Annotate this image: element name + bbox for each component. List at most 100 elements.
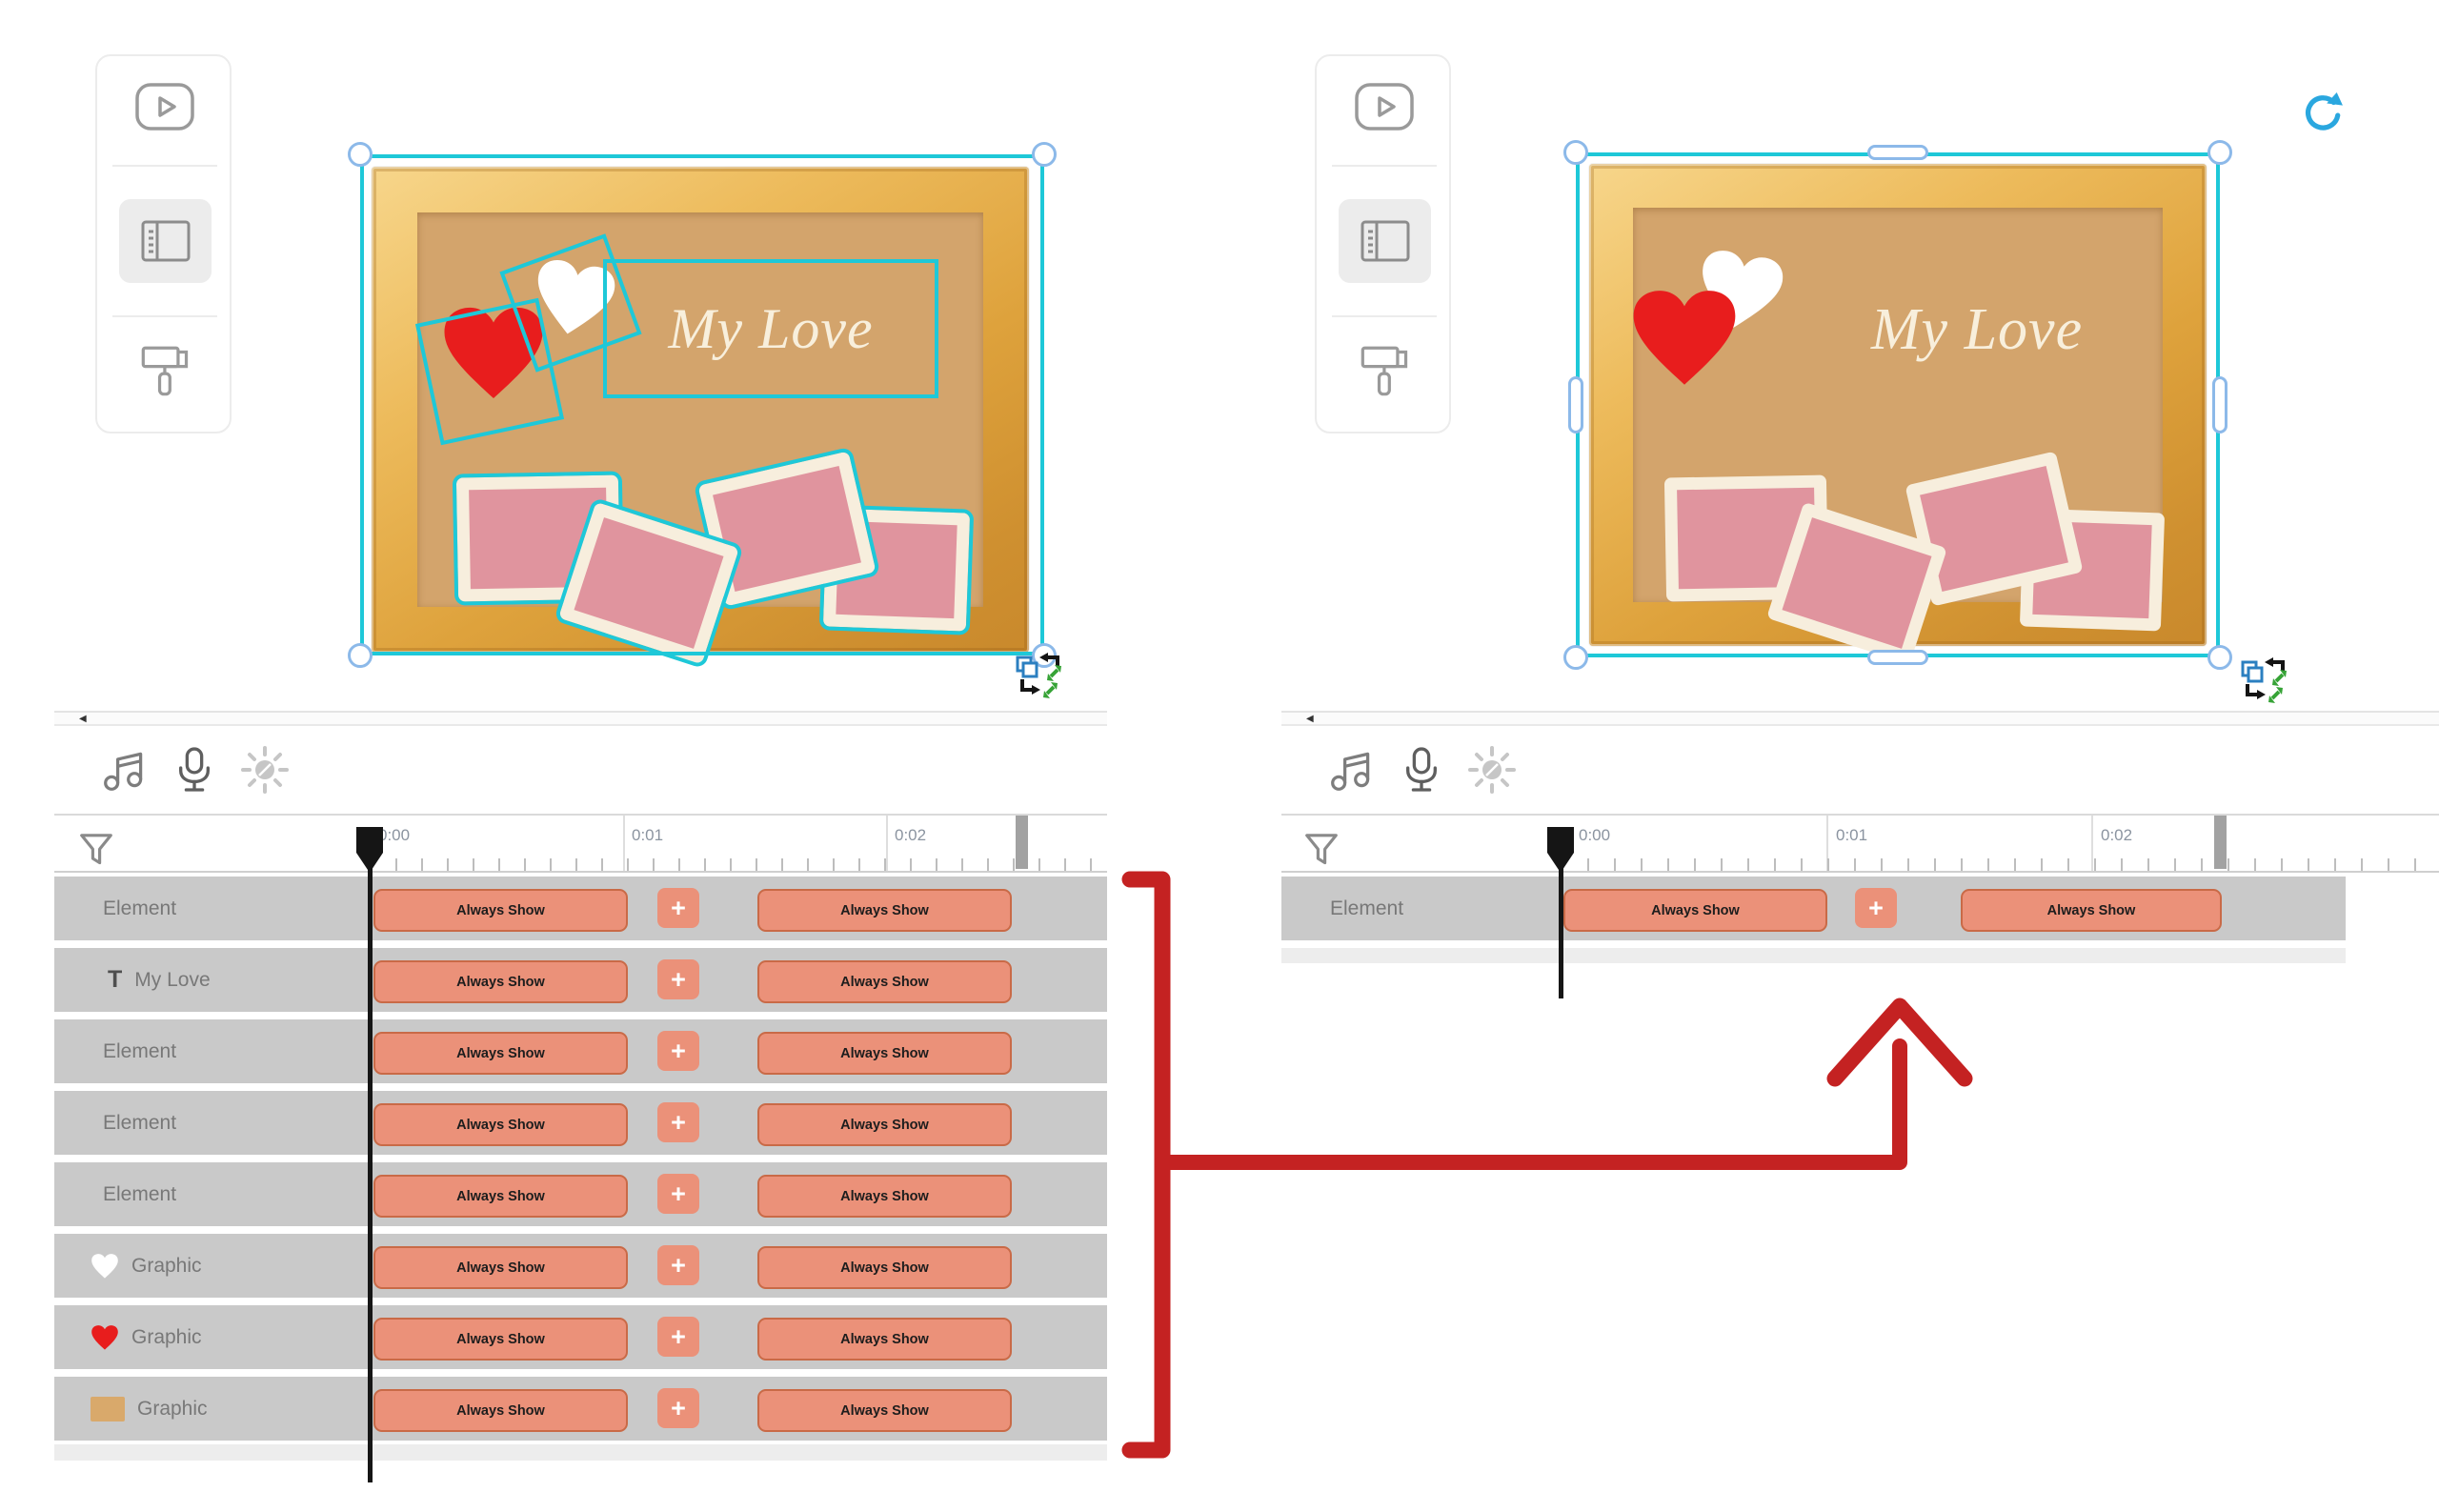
text-track-icon: T xyxy=(108,966,122,994)
clip-end-marker[interactable] xyxy=(2214,816,2227,869)
resize-handle-top-right[interactable] xyxy=(2207,140,2232,165)
always-show-clip[interactable]: Always Show xyxy=(757,960,1012,1003)
always-show-clip[interactable]: Always Show xyxy=(373,1246,628,1289)
add-animation-button[interactable]: + xyxy=(657,1174,699,1214)
always-show-clip[interactable]: Always Show xyxy=(373,1032,628,1075)
track-label: Graphic xyxy=(131,1255,202,1278)
app-screen: My Love xyxy=(0,0,2439,1512)
collapse-triangle-icon[interactable]: ◀ xyxy=(79,714,87,724)
paint-roller-icon xyxy=(1359,342,1412,401)
add-animation-button[interactable]: + xyxy=(657,1388,699,1428)
music-icon[interactable] xyxy=(1329,746,1375,794)
filter-icon[interactable] xyxy=(79,832,113,870)
toolbar-divider xyxy=(1332,165,1437,167)
group-selection-rect-left[interactable] xyxy=(360,154,1044,655)
play-icon xyxy=(1355,83,1414,131)
timeline-ruler[interactable]: 0:00 0:01 0:02 xyxy=(1281,816,2439,873)
resize-handle-bottom-middle[interactable] xyxy=(1867,650,1928,665)
add-animation-button[interactable]: + xyxy=(657,1317,699,1357)
add-animation-button[interactable]: + xyxy=(657,1031,699,1071)
ruler-time-label: 0:01 xyxy=(1836,826,1867,845)
playhead-line[interactable] xyxy=(368,865,373,1482)
paint-roller-button[interactable] xyxy=(139,342,192,401)
tan-swatch-track-icon xyxy=(91,1397,125,1421)
track-row-element[interactable]: Element Always Show + Always Show xyxy=(54,1091,1107,1155)
always-show-clip[interactable]: Always Show xyxy=(1961,889,2222,932)
play-preview-button[interactable] xyxy=(1355,83,1414,131)
clip-end-marker[interactable] xyxy=(1016,816,1028,869)
track-row-element[interactable]: Element Always Show + Always Show xyxy=(54,877,1107,940)
layout-panel-icon xyxy=(1361,220,1410,262)
track-row-graphic[interactable]: Graphic Always Show + Always Show xyxy=(54,1377,1107,1441)
add-animation-button[interactable]: + xyxy=(657,959,699,999)
collapse-triangle-icon[interactable]: ◀ xyxy=(1306,714,1314,724)
empty-track-strip xyxy=(54,1444,1107,1461)
ruler-time-label: 0:02 xyxy=(895,826,926,845)
rotate-icon[interactable] xyxy=(2300,91,2344,135)
microphone-icon[interactable] xyxy=(174,745,214,795)
playhead-marker[interactable] xyxy=(353,825,386,875)
always-show-clip[interactable]: Always Show xyxy=(757,1103,1012,1146)
resize-handle-top-right[interactable] xyxy=(1032,142,1057,167)
corner-arrow-icon xyxy=(2265,657,2273,667)
track-row-graphic[interactable]: Graphic Always Show + Always Show xyxy=(54,1234,1107,1298)
group-selection-rect-right[interactable] xyxy=(1576,152,2220,657)
paint-roller-button[interactable] xyxy=(1359,342,1412,401)
track-label: Element xyxy=(1330,897,1403,920)
always-show-clip[interactable]: Always Show xyxy=(373,960,628,1003)
always-show-clip[interactable]: Always Show xyxy=(757,1389,1012,1432)
timeline-media-toolbar xyxy=(54,726,1107,816)
always-show-clip[interactable]: Always Show xyxy=(757,1032,1012,1075)
toolbar-divider xyxy=(112,315,217,317)
always-show-clip[interactable]: Always Show xyxy=(757,1246,1012,1289)
play-preview-button[interactable] xyxy=(135,83,194,131)
track-label: Element xyxy=(103,1112,176,1135)
playhead-line[interactable] xyxy=(1559,865,1563,998)
always-show-clip[interactable]: Always Show xyxy=(757,1318,1012,1361)
track-row-element[interactable]: Element Always Show + Always Show xyxy=(54,1019,1107,1083)
filter-icon[interactable] xyxy=(1304,832,1339,870)
add-animation-button[interactable]: + xyxy=(657,1245,699,1285)
brightness-icon[interactable] xyxy=(1468,746,1516,794)
resize-handle-top-middle[interactable] xyxy=(1867,145,1928,160)
timeline-collapse-strip[interactable]: ◀ xyxy=(54,711,1107,726)
always-show-clip[interactable]: Always Show xyxy=(757,889,1012,932)
resize-handle-middle-left[interactable] xyxy=(1568,376,1583,433)
resize-handle-middle-right[interactable] xyxy=(2212,376,2227,433)
always-show-clip[interactable]: Always Show xyxy=(757,1175,1012,1218)
track-row-element[interactable]: Element Always Show + Always Show xyxy=(54,1162,1107,1226)
resize-handle-bottom-right[interactable] xyxy=(2207,645,2232,670)
track-row-text[interactable]: T My Love Always Show + Always Show xyxy=(54,948,1107,1012)
always-show-clip[interactable]: Always Show xyxy=(373,1389,628,1432)
resize-handle-top-left[interactable] xyxy=(1563,140,1588,165)
resize-handle-top-left[interactable] xyxy=(348,142,373,167)
add-animation-button[interactable]: + xyxy=(1855,888,1897,928)
duplicate-and-resize-tools[interactable] xyxy=(2241,655,2292,703)
track-row-graphic[interactable]: Graphic Always Show + Always Show xyxy=(54,1305,1107,1369)
track-label: My Love xyxy=(134,969,210,992)
always-show-clip[interactable]: Always Show xyxy=(1563,889,1827,932)
always-show-clip[interactable]: Always Show xyxy=(373,1175,628,1218)
bracket-shape xyxy=(1130,879,1162,1450)
resize-handle-bottom-left[interactable] xyxy=(1563,645,1588,670)
track-label: Element xyxy=(103,1183,176,1206)
always-show-clip[interactable]: Always Show xyxy=(373,889,628,932)
right-stage-toolbar xyxy=(1315,54,1451,433)
always-show-clip[interactable]: Always Show xyxy=(373,1103,628,1146)
layout-panel-button[interactable] xyxy=(119,199,212,283)
timeline-collapse-strip[interactable]: ◀ xyxy=(1281,711,2439,726)
always-show-clip[interactable]: Always Show xyxy=(373,1318,628,1361)
timeline-ruler[interactable]: 0:00 0:01 0:02 xyxy=(54,816,1107,873)
playhead-marker[interactable] xyxy=(1544,825,1577,875)
track-row-element-grouped[interactable]: Element Always Show + Always Show xyxy=(1281,877,2346,940)
music-icon[interactable] xyxy=(102,746,148,794)
add-animation-button[interactable]: + xyxy=(657,888,699,928)
add-animation-button[interactable]: + xyxy=(657,1102,699,1142)
resize-handle-bottom-left[interactable] xyxy=(348,643,373,668)
track-label: Graphic xyxy=(137,1398,208,1421)
layout-panel-button[interactable] xyxy=(1339,199,1431,283)
microphone-icon[interactable] xyxy=(1401,745,1441,795)
duplicate-and-resize-tools[interactable] xyxy=(1016,651,1067,698)
brightness-icon[interactable] xyxy=(241,746,289,794)
empty-track-strip xyxy=(1281,948,2346,963)
